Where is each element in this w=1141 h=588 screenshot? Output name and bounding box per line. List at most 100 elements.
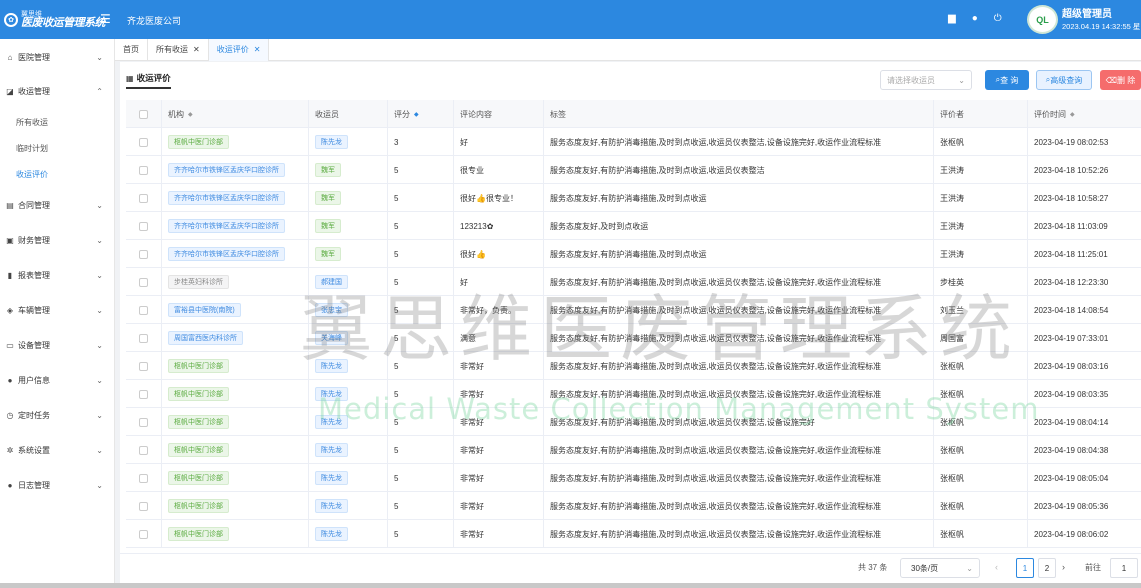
close-icon[interactable]: ✕ bbox=[254, 45, 261, 54]
row-checkbox[interactable] bbox=[139, 137, 148, 147]
table-row[interactable]: 齐齐哈尔市铁锋区孟庆华口腔诊所 魏军 5 很好👍 服务态度友好,有防护消毒措施,及时到点… bbox=[126, 240, 1141, 268]
menu-toggle-icon[interactable]: ☰ bbox=[100, 12, 111, 26]
user-name[interactable]: 超级管理员 bbox=[1062, 8, 1140, 22]
row-checkbox[interactable] bbox=[139, 417, 148, 427]
user-icon[interactable]: ● bbox=[972, 13, 978, 24]
tab-bar: 首页 所有收运 ✕ 收运评价 ✕ bbox=[115, 38, 1141, 61]
header-checkbox-cell bbox=[126, 100, 162, 128]
row-checkbox-cell bbox=[126, 492, 162, 520]
cell-score: 5 bbox=[388, 520, 454, 548]
row-checkbox[interactable] bbox=[139, 305, 148, 315]
select-all-checkbox[interactable] bbox=[139, 109, 148, 119]
collector-select[interactable]: 请选择收运员 ⌄ bbox=[880, 70, 972, 90]
row-checkbox[interactable] bbox=[139, 333, 148, 343]
page-button-2[interactable]: 2 bbox=[1038, 558, 1056, 578]
cell-time: 2023-04-18 14:08:54 bbox=[1034, 305, 1109, 315]
cell-org: 枢帆中医门诊部 bbox=[162, 464, 309, 492]
cell-tags: 服务态度友好,有防护消毒措施,及时到点收运 bbox=[544, 184, 934, 212]
cell-score: 5 bbox=[388, 324, 454, 352]
row-checkbox[interactable] bbox=[139, 501, 148, 511]
table-row[interactable]: 齐齐哈尔市铁锋区孟庆华口腔诊所 魏军 5 很专业 服务态度友好,有防护消毒措施,及时到点… bbox=[126, 156, 1141, 184]
row-checkbox[interactable] bbox=[139, 165, 148, 175]
sidebar-sub-all-collection[interactable]: 所有收运 bbox=[16, 117, 48, 128]
company-name: 齐龙医废公司 bbox=[127, 16, 182, 26]
row-checkbox[interactable] bbox=[139, 389, 148, 399]
org-tag: 步桂英妇科诊所 bbox=[168, 275, 229, 289]
delete-button[interactable]: ⌫ 删 除 bbox=[1100, 70, 1141, 90]
row-checkbox[interactable] bbox=[139, 445, 148, 455]
row-checkbox-cell bbox=[126, 184, 162, 212]
sort-icon[interactable]: ◆ bbox=[188, 111, 193, 118]
row-checkbox[interactable] bbox=[139, 361, 148, 371]
row-checkbox[interactable] bbox=[139, 529, 148, 539]
table-row[interactable]: 齐齐哈尔市铁锋区孟庆华口腔诊所 魏军 5 很好👍很专业！ 服务态度友好,有防护消毒措施,… bbox=[126, 184, 1141, 212]
row-checkbox[interactable] bbox=[139, 473, 148, 483]
row-checkbox-cell bbox=[126, 156, 162, 184]
goto-page-input[interactable]: 1 bbox=[1110, 558, 1138, 578]
sidebar-sub-temp-plan[interactable]: 临时计划 bbox=[16, 143, 48, 154]
sidebar-item-finance[interactable]: ▣ 财务管理 ⌄ bbox=[0, 230, 115, 250]
sidebar-item-collection[interactable]: ◪ 收运管理 ⌃ bbox=[0, 81, 115, 101]
table-row[interactable]: 枢帆中医门诊部 陈先龙 5 非常好 服务态度友好,有防护消毒措施,及时到点收运,收运员仪… bbox=[126, 380, 1141, 408]
collector-tag: 陈先龙 bbox=[315, 359, 348, 373]
table-row[interactable]: 周国富西医内科诊所 关海峰 5 满意 服务态度友好,有防护消毒措施,及时到点收运,收运员… bbox=[126, 324, 1141, 352]
query-button[interactable]: ⌕ 查 询 bbox=[985, 70, 1029, 90]
table-row[interactable]: 枢帆中医门诊部 陈先龙 5 非常好 服务态度友好,有防护消毒措施,及时到点收运,收运员仪… bbox=[126, 492, 1141, 520]
sidebar-sub-evaluation[interactable]: 收运评价 bbox=[16, 169, 48, 180]
table-row[interactable]: 步桂英妇科诊所 郝建国 5 好服务态度友好,有防护消毒措施,及时到点收运,收运员仪表整… bbox=[126, 268, 1141, 296]
message-icon[interactable]: ▆ bbox=[948, 13, 956, 24]
sidebar-item-vehicle[interactable]: ◈ 车辆管理 ⌄ bbox=[0, 300, 115, 320]
cell-comment: 非常好 bbox=[454, 352, 544, 380]
sort-icon[interactable]: ◆ bbox=[1070, 111, 1075, 118]
sidebar-item-device[interactable]: ▭ 设备管理 ⌄ bbox=[0, 335, 115, 355]
row-checkbox[interactable] bbox=[139, 193, 148, 203]
header-org[interactable]: 机构 ◆ bbox=[162, 100, 309, 128]
brand-logo: ✿ 翼思维 医废收运管理系统 bbox=[0, 0, 115, 39]
table-row[interactable]: 枢帆中医门诊部 陈先龙 5 非常好 服务态度友好,有防护消毒措施,及时到点收运,收运员仪… bbox=[126, 436, 1141, 464]
cell-score: 5 bbox=[388, 464, 454, 492]
cell-evaluator: 张枢帆 bbox=[934, 408, 1028, 436]
clock-icon: ◷ bbox=[6, 410, 14, 420]
tab-all-collection[interactable]: 所有收运 ✕ bbox=[148, 38, 209, 61]
sidebar-item-user-info[interactable]: ● 用户信息 ⌄ bbox=[0, 370, 115, 390]
cell-org: 枢帆中医门诊部 bbox=[162, 492, 309, 520]
table-row[interactable]: 富裕县中医院(南院) 张忠宝 5 非常好，负责。 服务态度友好,有防护消毒措施,及时到点… bbox=[126, 296, 1141, 324]
page-size-select[interactable]: 30条/页 ⌄ bbox=[900, 558, 980, 578]
sidebar-item-settings[interactable]: ✲ 系统设置 ⌄ bbox=[0, 440, 115, 460]
table-row[interactable]: 枢帆中医门诊部 陈先龙 3 好服务态度友好,有防护消毒措施,及时到点收运,收运员仪表整… bbox=[126, 128, 1141, 156]
sidebar-item-hospital[interactable]: ⌂ 医院管理 ⌄ bbox=[0, 47, 115, 67]
table-row[interactable]: 枢帆中医门诊部 陈先龙 5 非常好 服务态度友好,有防护消毒措施,及时到点收运,收运员仪… bbox=[126, 408, 1141, 436]
sidebar-item-report[interactable]: ▮ 报表管理 ⌄ bbox=[0, 265, 115, 285]
header-evaluator: 评价者 bbox=[934, 100, 1028, 128]
close-icon[interactable]: ✕ bbox=[193, 45, 200, 54]
avatar[interactable]: QL bbox=[1027, 5, 1058, 34]
cell-org: 枢帆中医门诊部 bbox=[162, 408, 309, 436]
cell-time: 2023-04-19 08:03:35 bbox=[1034, 389, 1109, 399]
truck-icon: ◪ bbox=[6, 86, 14, 96]
org-tag: 富裕县中医院(南院) bbox=[168, 303, 241, 317]
row-checkbox[interactable] bbox=[139, 249, 148, 259]
page-button-1[interactable]: 1 bbox=[1016, 558, 1034, 578]
row-checkbox-cell bbox=[126, 268, 162, 296]
table-row[interactable]: 枢帆中医门诊部 陈先龙 5 非常好 服务态度友好,有防护消毒措施,及时到点收运,收运员仪… bbox=[126, 352, 1141, 380]
sidebar-item-scheduled[interactable]: ◷ 定时任务 ⌄ bbox=[0, 405, 115, 425]
header-score[interactable]: 评分 ◆ bbox=[388, 100, 454, 128]
cell-evaluator: 周国富 bbox=[934, 324, 1028, 352]
table-row[interactable]: 枢帆中医门诊部 陈先龙 5 非常好 服务态度友好,有防护消毒措施,及时到点收运,收运员仪… bbox=[126, 464, 1141, 492]
header-time[interactable]: 评价时间 ◆ bbox=[1028, 100, 1141, 128]
advanced-query-button[interactable]: ⌕ 高级查询 bbox=[1036, 70, 1092, 90]
row-checkbox[interactable] bbox=[139, 277, 148, 287]
trash-icon: ⌫ bbox=[1105, 75, 1118, 85]
power-icon[interactable]: ⏻ bbox=[994, 13, 1002, 24]
tab-home[interactable]: 首页 bbox=[115, 38, 148, 61]
sidebar-item-logs[interactable]: ● 日志管理 ⌄ bbox=[0, 475, 115, 495]
sidebar-item-contract[interactable]: ▤ 合同管理 ⌄ bbox=[0, 195, 115, 215]
prev-page-button[interactable]: ‹ bbox=[995, 562, 998, 572]
sort-icon[interactable]: ◆ bbox=[414, 111, 419, 118]
table-row[interactable]: 齐齐哈尔市铁锋区孟庆华口腔诊所 魏军 5 123213✿ 服务态度友好,及时到点收运 王洪… bbox=[126, 212, 1141, 240]
tab-evaluation[interactable]: 收运评价 ✕ bbox=[208, 38, 270, 61]
row-checkbox[interactable] bbox=[139, 221, 148, 231]
cell-org: 周国富西医内科诊所 bbox=[162, 324, 309, 352]
table-row[interactable]: 枢帆中医门诊部 陈先龙 5 非常好 服务态度友好,有防护消毒措施,及时到点收运,收运员仪… bbox=[126, 520, 1141, 548]
next-page-button[interactable]: › bbox=[1062, 562, 1065, 572]
